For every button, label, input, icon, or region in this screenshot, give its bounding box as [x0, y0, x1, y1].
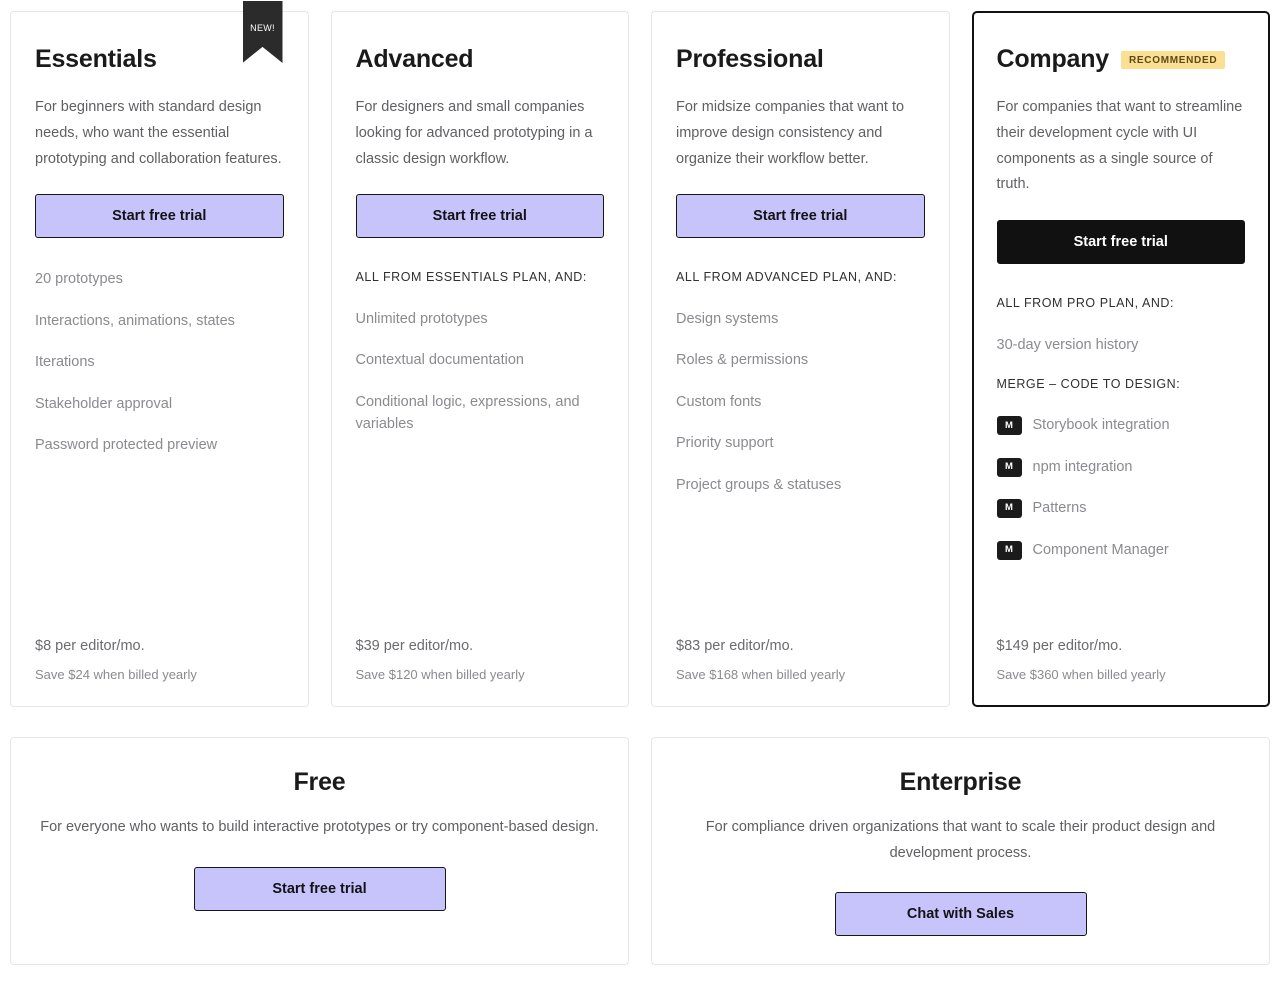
feature-group-heading: ALL FROM ADVANCED PLAN, AND: — [676, 268, 925, 287]
feature-label: ALL FROM ESSENTIALS PLAN, AND: — [355, 270, 587, 285]
plan-price: $8 per editor/mo. — [35, 638, 145, 655]
feature-group-heading: ALL FROM ESSENTIALS PLAN, AND: — [356, 268, 605, 287]
feature-group-heading: ALL FROM PRO PLAN, AND: — [997, 294, 1246, 313]
plan-price: $149 per editor/mo. — [996, 638, 1123, 655]
merge-icon: M — [996, 416, 1022, 436]
plan-title: Professional — [676, 44, 824, 73]
feature-label: npm integration — [1032, 458, 1133, 475]
plan-description: For companies that want to streamline th… — [996, 99, 1243, 193]
plan-savings: Save $360 when billed yearly — [996, 666, 1166, 682]
feature-item: Design systems — [676, 308, 925, 330]
plan-price-block: $149 per editor/mo. Save $360 when bille… — [997, 635, 1246, 684]
plan-price: $39 per editor/mo. — [355, 638, 474, 655]
plan-header: Professional — [676, 42, 925, 76]
pricing-page: NEW! Essentials For beginners with stand… — [0, 0, 1280, 987]
plan-card-company: Company RECOMMENDED For companies that w… — [971, 11, 1270, 707]
plan-card-professional: Professional For midsize companies that … — [651, 11, 950, 707]
feature-label: Storybook integration — [1032, 417, 1170, 434]
feature-group-heading: MERGE – CODE TO DESIGN: — [997, 375, 1246, 394]
feature-item: Project groups & statuses — [676, 474, 925, 496]
start-free-trial-button[interactable]: Start free trial — [35, 194, 284, 239]
feature-item-merge: M Patterns — [996, 497, 1246, 519]
feature-label: Project groups & statuses — [676, 476, 842, 493]
start-free-trial-button[interactable]: Start free trial — [996, 220, 1245, 265]
feature-label: Stakeholder approval — [35, 395, 173, 412]
plan-feature-list: ALL FROM ESSENTIALS PLAN, AND: Unlimited… — [356, 268, 605, 635]
feature-item: 30-day version history — [997, 334, 1246, 356]
plan-card-advanced: Advanced For designers and small compani… — [330, 11, 629, 707]
feature-item: 20 prototypes — [35, 268, 284, 290]
start-free-trial-button[interactable]: Start free trial — [676, 194, 925, 239]
plan-header: Company RECOMMENDED — [997, 42, 1246, 76]
feature-item-merge: M npm integration — [996, 456, 1246, 478]
feature-label: Custom fonts — [676, 393, 762, 410]
start-free-trial-button[interactable]: Start free trial — [193, 866, 446, 911]
feature-item: Password protected preview — [35, 434, 284, 456]
merge-icon: M — [996, 499, 1022, 519]
plan-card-essentials: NEW! Essentials For beginners with stand… — [10, 1, 309, 707]
plan-title: Essentials — [35, 44, 157, 73]
plan-description: For everyone who wants to build interact… — [40, 818, 599, 835]
merge-icon: M — [996, 540, 1022, 560]
feature-label: 30-day version history — [996, 336, 1139, 353]
plan-price-block: $8 per editor/mo. Save $24 when billed y… — [35, 635, 284, 684]
plan-title: Free — [293, 768, 346, 796]
plan-card-free: Free For everyone who wants to build int… — [10, 737, 629, 965]
feature-label: Design systems — [676, 310, 779, 327]
feature-label: Password protected preview — [35, 437, 218, 454]
feature-label: Contextual documentation — [355, 352, 524, 369]
merge-icon: M — [996, 457, 1022, 477]
feature-item: Stakeholder approval — [35, 393, 284, 415]
feature-label: ALL FROM ADVANCED PLAN, AND: — [676, 270, 898, 285]
plan-savings: Save $168 when billed yearly — [676, 666, 846, 682]
feature-label: Interactions, animations, states — [35, 312, 235, 329]
plan-title: Advanced — [355, 44, 474, 73]
feature-item: Roles & permissions — [676, 349, 925, 371]
plan-header: Advanced — [356, 42, 605, 76]
recommended-badge: RECOMMENDED — [1121, 51, 1226, 69]
plan-description: For beginners with standard design needs… — [35, 99, 282, 167]
plan-title: Company — [996, 44, 1110, 73]
feature-label: 20 prototypes — [35, 271, 123, 288]
feature-item: Unlimited prototypes — [356, 308, 605, 330]
plan-price: $83 per editor/mo. — [676, 638, 794, 655]
plan-card-enterprise: Enterprise For compliance driven organiz… — [651, 737, 1270, 965]
feature-item: Custom fonts — [676, 391, 925, 413]
feature-item-merge: M Storybook integration — [996, 414, 1246, 436]
feature-label: Conditional logic, expressions, and vari… — [355, 393, 580, 433]
feature-label: Component Manager — [1032, 541, 1169, 558]
plan-description: For designers and small companies lookin… — [355, 99, 593, 167]
feature-item: Conditional logic, expressions, and vari… — [356, 391, 605, 436]
pricing-plans-row: NEW! Essentials For beginners with stand… — [10, 1, 1270, 707]
plan-feature-list: ALL FROM PRO PLAN, AND: 30-day version h… — [996, 294, 1246, 635]
plan-feature-list: 20 prototypes Interactions, animations, … — [35, 268, 284, 635]
plan-description: For midsize companies that want to impro… — [676, 99, 905, 167]
feature-item: Interactions, animations, states — [35, 310, 284, 332]
plan-savings: Save $120 when billed yearly — [355, 666, 525, 682]
feature-label: Patterns — [1032, 500, 1087, 517]
feature-label: Priority support — [676, 435, 774, 452]
plan-feature-list: ALL FROM ADVANCED PLAN, AND: Design syst… — [676, 268, 925, 635]
plan-savings: Save $24 when billed yearly — [35, 666, 197, 682]
feature-label: Roles & permissions — [676, 352, 809, 369]
plan-price-block: $83 per editor/mo. Save $168 when billed… — [676, 635, 925, 684]
feature-item: Iterations — [35, 351, 284, 373]
start-free-trial-button[interactable]: Start free trial — [355, 194, 604, 239]
feature-item: Priority support — [676, 432, 925, 454]
feature-label: MERGE – CODE TO DESIGN: — [996, 377, 1181, 392]
feature-label: ALL FROM PRO PLAN, AND: — [996, 296, 1175, 311]
plan-title: Enterprise — [899, 768, 1022, 796]
plan-price-block: $39 per editor/mo. Save $120 when billed… — [356, 635, 605, 684]
feature-label: Unlimited prototypes — [355, 310, 488, 327]
chat-with-sales-button[interactable]: Chat with Sales — [834, 892, 1087, 937]
feature-item-merge: M Component Manager — [996, 539, 1246, 561]
feature-item: Contextual documentation — [356, 349, 605, 371]
secondary-plans-row: Free For everyone who wants to build int… — [10, 737, 1270, 965]
plan-description: For compliance driven organizations that… — [705, 818, 1216, 861]
feature-label: Iterations — [35, 354, 95, 371]
